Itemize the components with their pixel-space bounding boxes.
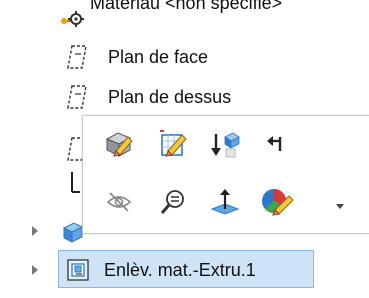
appearance-icon (260, 186, 294, 223)
plane-icon (66, 44, 88, 75)
tree-item-label: Plan de face (108, 47, 209, 67)
rollback-button[interactable] (207, 128, 243, 164)
tree-item-cut-extrude[interactable]: Enlèv. mat.-Extru.1 (0, 252, 369, 288)
normal-to-button[interactable] (207, 186, 243, 222)
tree-item-material[interactable]: Matériau <non spécifié> (0, 0, 369, 34)
parent-child-button[interactable] (259, 128, 295, 164)
parent-child-icon (264, 131, 290, 162)
tree-item-origin[interactable] (0, 166, 82, 200)
edit-sketch-button[interactable] (155, 128, 191, 164)
edit-feature-icon (104, 129, 134, 164)
tree-item-label: Plan de dessus (108, 87, 232, 107)
context-toolbar (82, 115, 369, 234)
material-icon (60, 8, 86, 33)
zoom-to-selection-icon (159, 188, 187, 221)
expand-arrow-icon[interactable] (32, 265, 38, 275)
edit-feature-button[interactable] (101, 128, 137, 164)
tree-item-label: Enlèv. mat.-Extru.1 (104, 260, 256, 280)
plane-icon (66, 84, 88, 115)
appearance-button[interactable] (259, 186, 295, 222)
origin-icon (66, 170, 82, 203)
part-feature-icon (62, 220, 84, 249)
expand-arrow-icon[interactable] (32, 226, 38, 236)
normal-to-icon (210, 187, 240, 222)
tree-item-feature[interactable] (0, 214, 84, 249)
tree-item-top-plane[interactable]: Plan de dessus (0, 80, 369, 114)
hide-icon (105, 190, 133, 219)
appearance-dropdown-icon[interactable] (336, 204, 344, 209)
tree-item-label: Matériau <non spécifié> (90, 0, 283, 13)
rollback-icon (210, 129, 240, 164)
cut-extrude-icon (66, 258, 90, 287)
hide-button[interactable] (101, 186, 137, 222)
zoom-to-selection-button[interactable] (155, 186, 191, 222)
edit-sketch-icon (158, 129, 188, 164)
tree-item-right-plane[interactable] (0, 130, 87, 164)
tree-item-front-plane[interactable]: Plan de face (0, 40, 369, 74)
